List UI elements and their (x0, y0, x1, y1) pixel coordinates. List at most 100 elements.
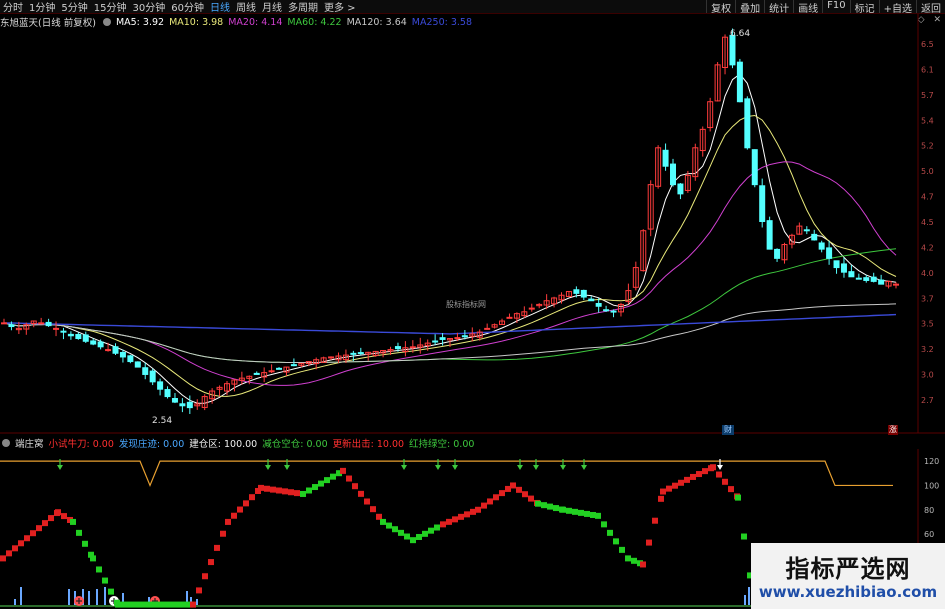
osc-step (446, 518, 452, 525)
candle-body (112, 346, 119, 354)
osc-step (12, 545, 18, 552)
candle-body (75, 333, 82, 340)
candle-body (528, 307, 535, 310)
price-tick-label: 4.7 (921, 193, 934, 202)
osc-step (276, 487, 282, 494)
candle-body (290, 364, 297, 367)
osc-step (231, 512, 237, 519)
osc-step (108, 588, 114, 595)
candle-body (60, 330, 67, 333)
candle-body (142, 367, 149, 375)
ma5-line (3, 73, 897, 404)
osc-step (270, 486, 276, 493)
candle-body (171, 398, 178, 403)
osc-step (139, 601, 145, 608)
osc-step (24, 535, 30, 542)
candle-body (855, 277, 862, 280)
finance-badge[interactable]: 财 (722, 425, 734, 435)
osc-step (324, 477, 330, 484)
osc-step (690, 473, 696, 480)
osc-step (566, 507, 572, 514)
candle-body (610, 310, 617, 313)
osc-step (208, 559, 214, 566)
osc-step (510, 482, 516, 489)
osc-step (133, 601, 139, 608)
osc-step (76, 529, 82, 536)
osc-step (0, 555, 6, 562)
osc-step (380, 518, 386, 525)
brand-title: 指标严选网 (785, 555, 911, 583)
osc-step (55, 509, 61, 516)
high-price-label: 6.64 (730, 29, 750, 39)
candle-body (751, 149, 758, 186)
osc-step (163, 601, 169, 608)
osc-step (595, 512, 601, 519)
osc-step (678, 479, 684, 486)
candle-body (670, 163, 676, 186)
osc-step (306, 487, 312, 494)
osc-step (288, 489, 294, 496)
candle-body (1, 322, 7, 325)
volume-signal-bar (68, 589, 70, 607)
osc-step (352, 483, 358, 490)
osc-step (202, 573, 208, 580)
candle-body (840, 263, 847, 273)
osc-step (376, 513, 382, 520)
osc-step (452, 516, 458, 523)
ma-lines (3, 73, 897, 404)
indicator-tick-label: 120 (924, 457, 939, 466)
osc-step (434, 524, 440, 531)
osc-step (625, 555, 631, 562)
osc-step (181, 601, 187, 608)
volume-signal-bar (104, 587, 106, 607)
osc-step (464, 511, 470, 518)
osc-step (282, 488, 288, 495)
candle-body (179, 403, 186, 407)
osc-step (249, 494, 255, 501)
osc-step (613, 538, 619, 545)
osc-step (358, 490, 364, 497)
price-tick-label: 4.0 (921, 269, 934, 278)
candle-body (588, 298, 595, 302)
candle-body (67, 333, 74, 337)
osc-step (175, 601, 181, 608)
osc-step (560, 506, 566, 513)
up-badge[interactable]: 涨 (888, 425, 898, 435)
price-axis: 6.5 6.1 5.7 5.4 5.2 5.0 4.7 4.5 4.2 4.0 3.7 3.5 3.2 3… (921, 40, 934, 405)
osc-step (658, 495, 664, 502)
candle-body (276, 367, 283, 370)
price-tick-label: 2.7 (921, 396, 934, 405)
osc-step (300, 490, 306, 497)
candle-body (878, 279, 885, 285)
osc-step (48, 515, 54, 522)
candle-body (580, 289, 587, 298)
osc-step (458, 513, 464, 520)
osc-step (330, 473, 336, 480)
osc-step (493, 494, 499, 501)
candle-body (744, 98, 751, 149)
osc-step (607, 529, 613, 536)
osc-step (318, 480, 324, 487)
osc-step (578, 509, 584, 516)
osc-step (196, 587, 202, 594)
osc-step (30, 530, 36, 537)
candle-body (149, 370, 156, 383)
osc-step (440, 521, 446, 528)
center-watermark: 股标指标网 (446, 300, 486, 309)
osc-step (547, 503, 553, 510)
candle-body (677, 183, 684, 195)
price-tick-label: 6.5 (921, 40, 934, 49)
candle-body (506, 316, 513, 319)
candles (1, 28, 899, 414)
candle-body (53, 327, 60, 330)
volume-signal-bar (748, 587, 750, 607)
candle-body (833, 260, 840, 269)
osc-step (392, 526, 398, 533)
osc-step (428, 527, 434, 534)
osc-step (225, 518, 231, 525)
price-tick-label: 3.7 (921, 294, 934, 303)
osc-step (652, 517, 658, 524)
osc-step (157, 601, 163, 608)
kline-chart[interactable]: 6.5 6.1 5.7 5.4 5.2 5.0 4.7 4.5 4.2 4.0 3.7 3.5 3.2 3… (0, 0, 945, 435)
osc-step (243, 500, 249, 507)
